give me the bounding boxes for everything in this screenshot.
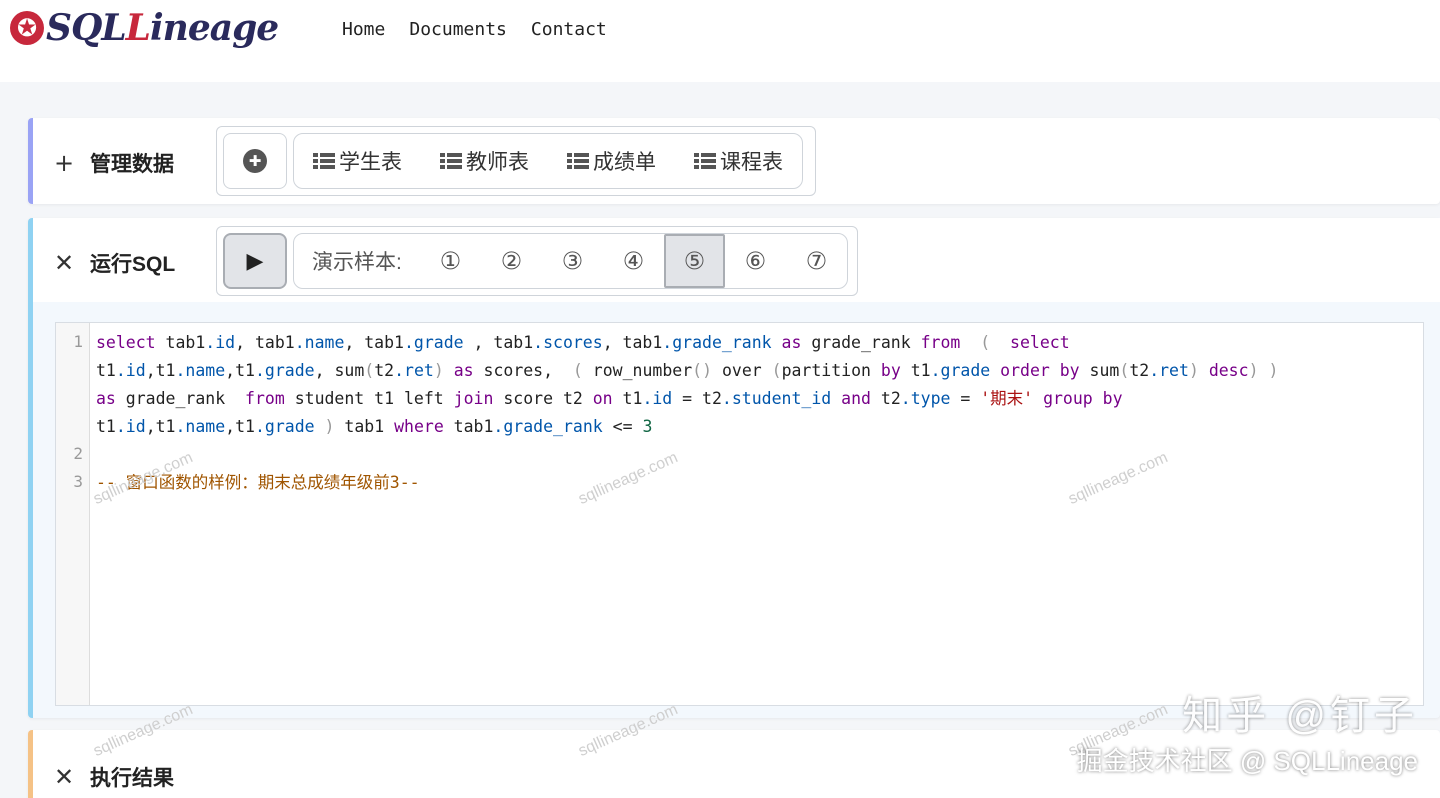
sample-button-4[interactable]: ④ (603, 234, 664, 288)
logo-text: SQLLineage (46, 7, 279, 49)
samples-label: 演示样本: (312, 251, 402, 274)
nav-documents-link[interactable]: Documents (409, 19, 507, 40)
add-table-button[interactable]: ✚ (223, 133, 287, 189)
manage-data-header[interactable]: + 管理数据 (52, 148, 174, 178)
sqllineage-logo[interactable]: ✪ SQLLineage (10, 6, 279, 50)
star-logo-icon: ✪ (10, 11, 44, 45)
table-button-label: 学生表 (339, 151, 402, 174)
manage-data-panel: + 管理数据 ✚ 学生表 教师表 成绩单 课程表 (28, 118, 1440, 204)
table-button-label: 成绩单 (593, 151, 656, 174)
expand-plus-icon[interactable]: + (52, 149, 76, 177)
data-toolbar: ✚ 学生表 教师表 成绩单 课程表 (216, 126, 816, 196)
collapse-close-icon[interactable]: ✕ (52, 763, 76, 791)
sql-toolbar: ▶ 演示样本: ① ② ③ ④ ⑤ ⑥ ⑦ (216, 226, 858, 296)
table-button-courses[interactable]: 课程表 (675, 134, 802, 188)
sample-button-5[interactable]: ⑤ (663, 234, 725, 288)
table-button-label: 教师表 (466, 151, 529, 174)
sample-button-2[interactable]: ② (481, 234, 542, 288)
list-icon (313, 153, 335, 169)
table-button-scores[interactable]: 成绩单 (548, 134, 675, 188)
sample-button-3[interactable]: ③ (542, 234, 603, 288)
sample-button-7[interactable]: ⑦ (786, 234, 847, 288)
run-sql-title: 运行SQL (90, 253, 176, 276)
line-number: 1 (73, 332, 83, 351)
sample-button-group: 演示样本: ① ② ③ ④ ⑤ ⑥ ⑦ (293, 233, 848, 289)
result-title: 执行结果 (90, 767, 174, 790)
manage-data-title: 管理数据 (90, 153, 174, 176)
plus-circle-icon: ✚ (243, 149, 267, 173)
line-number: 3 (73, 472, 83, 491)
sql-code-editor[interactable]: 1 2 3 select tab1.id, tab1.name, tab1.gr… (55, 322, 1424, 706)
play-icon: ▶ (246, 248, 264, 274)
zhihu-watermark: 知乎 @钉子 (1182, 694, 1418, 738)
top-navbar: ✪ SQLLineage Home Documents Contact (0, 0, 1440, 82)
table-button-teachers[interactable]: 教师表 (421, 134, 548, 188)
list-icon (440, 153, 462, 169)
line-number-gutter: 1 2 3 (56, 323, 90, 705)
sql-code-text[interactable]: select tab1.id, tab1.name, tab1.grade , … (96, 329, 1278, 497)
run-button[interactable]: ▶ (223, 233, 287, 289)
sample-button-6[interactable]: ⑥ (725, 234, 786, 288)
nav-home-link[interactable]: Home (342, 19, 385, 40)
juejin-watermark: 掘金技术社区 @ SQLLineage (1076, 746, 1418, 776)
run-sql-header[interactable]: ✕ 运行SQL (52, 248, 175, 278)
result-header[interactable]: ✕ 执行结果 (52, 762, 174, 792)
sample-button-1[interactable]: ① (420, 234, 481, 288)
table-button-label: 课程表 (720, 151, 783, 174)
source-watermark: 知乎 @钉子 掘金技术社区 @ SQLLineage (1077, 683, 1418, 778)
table-button-group: 学生表 教师表 成绩单 课程表 (293, 133, 803, 189)
main-nav: Home Documents Contact (342, 19, 607, 40)
list-icon (567, 153, 589, 169)
list-icon (694, 153, 716, 169)
run-sql-panel: ✕ 运行SQL ▶ 演示样本: ① ② ③ ④ ⑤ ⑥ ⑦ 1 2 3 sele… (28, 218, 1440, 718)
table-button-students[interactable]: 学生表 (294, 134, 421, 188)
collapse-close-icon[interactable]: ✕ (52, 249, 76, 277)
nav-contact-link[interactable]: Contact (531, 19, 607, 40)
line-number: 2 (73, 444, 83, 463)
